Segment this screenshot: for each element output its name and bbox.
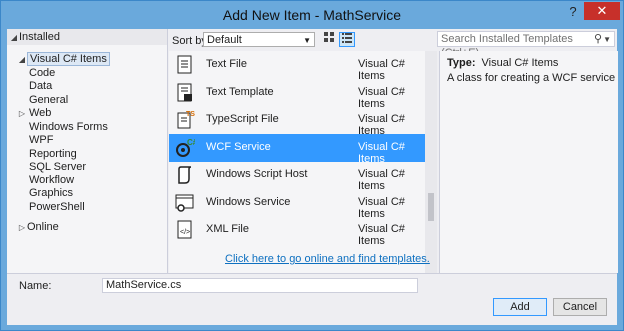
template-item-typescript-file[interactable]: TS TypeScript File Visual C# Items [169,106,425,137]
medium-icons-view-button[interactable] [321,32,337,47]
type-value: Visual C# Items [481,57,559,69]
add-button[interactable]: Add [493,298,547,316]
collapsed-triangle-icon[interactable]: ▷ [17,107,27,121]
sort-by-value: Default [207,34,242,46]
type-label: Type: [447,57,476,69]
tree-item-web[interactable]: ▷ Web [19,106,52,120]
tree-label: Reporting [29,148,77,160]
template-name: WCF Service [206,140,271,153]
template-item-text-file[interactable]: Text File Visual C# Items [169,51,425,82]
template-item-wcf-service[interactable]: C#WCF ServiceVisual C# Items [169,133,425,165]
cancel-button[interactable]: Cancel [553,298,607,316]
expanded-triangle-icon[interactable]: ◢ [17,53,27,67]
tree-item-code[interactable]: Code [29,66,55,80]
tree-item-workflow[interactable]: Workflow [29,173,74,187]
template-name: Windows Service [206,195,291,208]
svg-text:TS: TS [186,111,195,118]
tree-item-reporting[interactable]: Reporting [29,147,77,161]
tree-item-powershell[interactable]: PowerShell [29,200,85,214]
template-description: A class for creating a WCF service [447,72,616,84]
template-name: TypeScript File [206,113,279,125]
search-icon[interactable]: ⚲ [594,32,602,46]
svg-text:C#: C# [187,138,195,147]
template-item-windows-service[interactable]: Windows Service Visual C# Items [169,189,425,220]
tree-item-installed[interactable]: ◢ Installed [9,30,60,44]
text-template-icon [175,83,195,103]
text-file-icon [175,55,195,75]
name-label: Name: [19,280,52,292]
template-name: Windows Script Host [206,168,308,180]
template-details-pane: Type: Visual C# Items A class for creatin… [439,51,618,273]
chevron-down-icon: ▼ [303,36,311,45]
list-view-button[interactable] [339,32,355,47]
vertical-scrollbar[interactable] [425,51,437,273]
help-button[interactable]: ? [566,4,580,22]
windows-service-icon [175,193,195,213]
template-name: Text Template [206,85,274,98]
tree-label: Visual C# Items [27,52,110,66]
grid-icon [324,32,334,42]
category-tree: ◢ Installed ◢ Visual C# Items Code Data Gene… [7,29,168,273]
dialog-title: Add New Item - MathService [222,7,402,23]
svg-text:</>: </> [180,229,190,236]
template-item-xml-file[interactable]: </> XML File Visual C# Items [169,216,425,247]
tree-label: Workflow [29,174,75,186]
tree-item-visual-csharp-items[interactable]: ◢ Visual C# Items [17,52,110,66]
template-item-text-template[interactable]: Text Template Visual C# Items [169,79,425,110]
xml-file-icon: </> [175,220,195,240]
name-input[interactable]: MathService.cs [102,278,418,293]
tree-label: General [29,94,69,106]
tree-label: WPF [29,134,54,146]
dialog-window: Add New Item - MathService ? ✕ ◢ Installe… [0,0,624,331]
scrollbar-thumb[interactable] [428,193,434,221]
search-input[interactable]: Search Installed Templates (Ctrl+E) ⚲ ▼ [437,31,615,59]
tree-label: SQL Server [29,161,87,173]
tree-item-sql-server[interactable]: SQL Server [29,160,86,174]
tree-item-data[interactable]: Data [29,79,52,93]
tree-item-graphics[interactable]: Graphics [29,186,73,200]
tree-label: Web [29,107,52,119]
collapsed-triangle-icon[interactable]: ▷ [17,221,27,235]
template-language: Visual C# Items [358,223,405,247]
sort-by-select[interactable]: Default ▼ [203,32,315,47]
close-button[interactable]: ✕ [584,2,620,20]
tree-label: Code [29,67,56,79]
find-templates-online-link[interactable]: Click here to go online and find templat… [225,253,430,265]
template-item-windows-script-host[interactable]: Windows Script Host Visual C# Items [169,161,425,192]
tree-item-wpf[interactable]: WPF [29,133,53,147]
chevron-down-icon[interactable]: ▼ [603,33,611,47]
title-bar: Add New Item - MathService ? ✕ [1,1,623,29]
template-name: XML File [206,223,249,235]
tree-item-online[interactable]: ▷ Online [17,220,59,234]
tree-item-windows-forms[interactable]: Windows Forms [29,120,108,134]
typescript-file-icon: TS [175,110,195,130]
script-host-icon [175,165,195,185]
list-icon [342,33,352,43]
wcf-service-icon: C# [175,138,198,158]
dialog-content: ◢ Installed ◢ Visual C# Items Code Data Gene… [7,29,618,325]
tree-item-general[interactable]: General [29,93,68,107]
bottom-panel: Name: MathService.cs Add Cancel [7,273,617,325]
template-list: Text File Visual C# Items Text Template Vis… [169,51,437,273]
tree-label: Data [29,80,53,92]
tree-label: Installed [19,31,60,43]
template-name: Text File [206,58,247,70]
close-icon: ✕ [596,3,608,18]
expanded-triangle-icon[interactable]: ◢ [9,31,19,45]
tree-label: Online [27,221,59,233]
tree-label: Windows Forms [29,121,108,133]
type-line: Type: Visual C# Items [447,57,558,69]
